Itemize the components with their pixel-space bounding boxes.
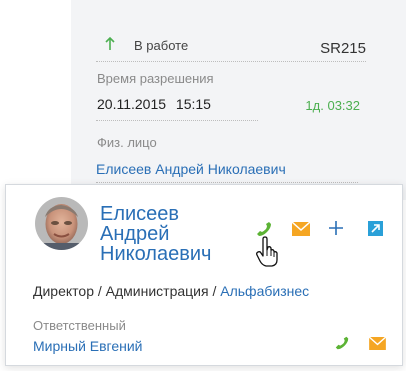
popup-contact-name[interactable]: Елисеев Андрей Николаевич [100,204,240,264]
divider [96,182,358,183]
owner-label: Ответственный [33,318,126,333]
name-line[interactable]: Андрей [100,224,240,244]
separator: / [208,283,221,299]
name-line[interactable]: Николаевич [100,244,240,264]
contact-label: Физ. лицо [97,135,157,150]
divider [96,61,366,62]
resolution-date: 20.11.2015 15:15 [97,96,211,112]
department: Администрация [105,283,209,299]
resolution-label: Время разрешения [97,71,214,86]
avatar [35,197,88,250]
separator: / [93,283,106,299]
plus-icon[interactable] [328,220,344,236]
contact-link[interactable]: Елисеев Андрей Николаевич [96,161,286,177]
job-info: Директор / Администрация / Альфабизнес [33,283,309,299]
status-text: В работе [134,38,189,53]
elapsed-time: 1д. 03:32 [305,98,360,113]
hand-pointer-icon [256,236,278,267]
open-external-icon[interactable] [368,221,383,236]
name-line[interactable]: Елисеев [100,204,240,224]
job-title: Директор [33,283,94,299]
envelope-icon[interactable] [292,222,310,236]
divider [96,120,258,121]
account-link[interactable]: Альфабизнес [220,283,309,299]
envelope-icon[interactable] [369,337,386,350]
phone-icon[interactable] [334,335,350,351]
case-number: SR215 [320,40,366,57]
arrow-up-icon [105,36,115,50]
owner-link[interactable]: Мирный Евгений [33,338,143,354]
status-row: В работе SR215 [104,36,366,57]
